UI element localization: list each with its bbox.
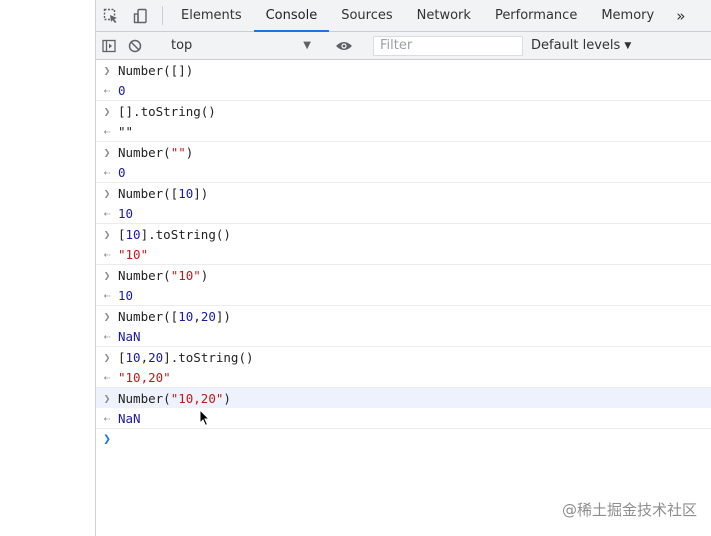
output-arrow-icon: ⇠	[103, 247, 111, 261]
console-output-line: ⇠ "10"	[96, 244, 711, 265]
console-input-text: [10,20].toString()	[118, 349, 254, 365]
page-left-pane	[0, 0, 96, 536]
console-input-text: Number([10,20])	[118, 308, 231, 324]
console-input-line: ❯ [10,20].toString()	[96, 347, 711, 367]
more-tabs-icon: »	[676, 6, 686, 25]
console-input-line: ❯ [10].toString()	[96, 224, 711, 244]
clear-console-icon[interactable]	[122, 32, 148, 59]
log-levels-dropdown[interactable]: Default levels ▼	[531, 38, 631, 53]
tab-label: Sources	[341, 8, 393, 23]
input-prompt-icon: ❯	[103, 309, 111, 323]
active-prompt-icon: ❯	[103, 431, 111, 447]
dropdown-arrow-icon: ▼	[624, 40, 632, 51]
input-prompt-icon: ❯	[103, 227, 111, 241]
show-sidebar-icon[interactable]	[96, 32, 122, 59]
console-input-text: [10].toString()	[118, 226, 231, 242]
context-selector[interactable]: top ▼	[165, 38, 317, 53]
input-prompt-icon: ❯	[103, 104, 111, 118]
output-arrow-icon: ⇠	[103, 329, 111, 343]
output-arrow-icon: ⇠	[103, 165, 111, 179]
console-result: ""	[118, 123, 134, 139]
console-prompt-line[interactable]: ❯	[96, 429, 711, 449]
console-result: 10	[118, 205, 134, 221]
tab-elements[interactable]: Elements	[169, 0, 254, 31]
devtools-panel: Elements Console Sources Network Perform…	[96, 0, 711, 536]
console-result: NaN	[118, 328, 141, 344]
console-output-line: ⇠ NaN	[96, 326, 711, 347]
more-tabs-button[interactable]: »	[666, 0, 695, 31]
console-filter-bar: top ▼ Default levels ▼	[96, 32, 711, 60]
output-arrow-icon: ⇠	[103, 288, 111, 302]
input-prompt-icon: ❯	[103, 268, 111, 282]
console-input-text: Number([10])	[118, 185, 209, 201]
dropdown-arrow-icon: ▼	[303, 40, 311, 51]
console-result: "10"	[118, 246, 149, 262]
console-result: 0	[118, 82, 126, 98]
tab-label: Elements	[181, 8, 242, 23]
device-toolbar-icon[interactable]	[126, 0, 156, 31]
console-output-line: ⇠ 10	[96, 203, 711, 224]
input-prompt-icon: ❯	[103, 350, 111, 364]
console-input-text: Number("10")	[118, 267, 209, 283]
input-prompt-icon: ❯	[103, 63, 111, 77]
console-input-line: ❯ Number("10")	[96, 265, 711, 285]
console-output-line: ⇠ 10	[96, 285, 711, 306]
input-prompt-icon: ❯	[103, 145, 111, 159]
devtools-tab-bar: Elements Console Sources Network Perform…	[96, 0, 711, 32]
output-arrow-icon: ⇠	[103, 83, 111, 97]
tab-performance[interactable]: Performance	[483, 0, 589, 31]
console-output-line: ⇠ ""	[96, 121, 711, 142]
context-value: top	[171, 38, 193, 53]
filter-input[interactable]	[373, 35, 523, 56]
console-input-line[interactable]: ❯ Number("10,20")	[96, 388, 711, 408]
console-input-text: Number("")	[118, 144, 194, 160]
console-result: "10,20"	[118, 369, 171, 385]
live-expression-eye-icon[interactable]	[330, 40, 358, 52]
tab-label: Network	[416, 8, 471, 23]
input-prompt-icon: ❯	[103, 391, 111, 405]
output-arrow-icon: ⇠	[103, 206, 111, 220]
input-prompt-icon: ❯	[103, 186, 111, 200]
tab-label: Console	[265, 8, 318, 23]
output-arrow-icon: ⇠	[103, 370, 111, 384]
watermark: @稀土掘金技术社区	[561, 501, 697, 519]
tab-label: Memory	[601, 8, 655, 23]
console-input-line: ❯ Number([10])	[96, 183, 711, 203]
log-levels-label: Default levels	[531, 38, 621, 53]
console-input-line: ❯ Number([])	[96, 60, 711, 80]
tab-network[interactable]: Network	[405, 0, 483, 31]
console-input-line: ❯ Number([10,20])	[96, 306, 711, 326]
output-arrow-icon: ⇠	[103, 124, 111, 138]
tab-label: Performance	[494, 8, 578, 23]
console-result: 0	[118, 164, 126, 180]
console-output-line: ⇠ "10,20"	[96, 367, 711, 388]
console-output-line: ⇠ 0	[96, 162, 711, 183]
console-input-text: Number([])	[118, 62, 194, 78]
mouse-pointer-icon	[199, 408, 211, 431]
console-result: 10	[118, 287, 134, 303]
console-result: NaN	[118, 410, 141, 426]
console-input-line: ❯ Number("")	[96, 142, 711, 162]
console-output-line: ⇠ NaN	[96, 408, 711, 429]
console-input-text: [].toString()	[118, 103, 216, 119]
tab-sources[interactable]: Sources	[329, 0, 404, 31]
tab-memory[interactable]: Memory	[589, 0, 666, 31]
console-input-line: ❯ [].toString()	[96, 101, 711, 121]
console-input-text: Number("10,20")	[118, 390, 231, 406]
console-output: ❯ Number([]) ⇠ 0 ❯ [].toString() ⇠ "" ❯ …	[96, 60, 711, 449]
output-arrow-icon: ⇠	[103, 411, 111, 425]
toolbar-divider	[162, 6, 163, 25]
tab-console[interactable]: Console	[253, 0, 330, 32]
console-output-line: ⇠ 0	[96, 80, 711, 101]
inspect-element-icon[interactable]	[96, 0, 126, 31]
